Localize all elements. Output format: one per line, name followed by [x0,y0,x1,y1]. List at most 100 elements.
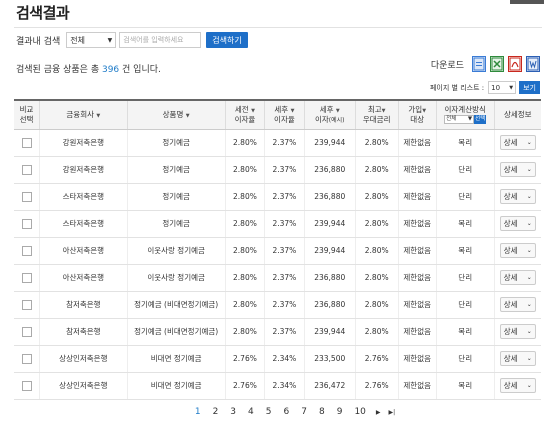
product-cell: 이웃사랑 정기예금 [127,264,226,292]
download-label: 다운로드 [430,60,464,71]
compare-cell [14,264,41,292]
header-post-tax-interest[interactable]: 세후 ▼ 이자(예시) [304,100,356,130]
company-cell: 아산저축은행 [39,264,128,292]
join-target-cell: 제한없음 [398,264,437,292]
compare-checkbox[interactable] [21,191,32,202]
sort-icon[interactable]: ▼ [422,108,426,114]
join-target-cell: 제한없음 [398,291,437,319]
pre-tax-rate-cell: 2.80% [225,318,266,346]
page-link[interactable]: 8 [319,407,325,417]
sort-icon[interactable]: ▼ [382,108,386,114]
company-cell: 참저축은행 [39,291,128,319]
compare-checkbox[interactable] [21,380,32,391]
result-count-number: 396 [101,65,120,75]
page-link[interactable]: 5 [266,407,272,417]
result-count-prefix: 검색된 금융 상품은 총 [16,65,102,75]
post-tax-rate-cell: 2.37% [264,291,305,319]
pdf-icon[interactable] [508,56,522,72]
header-pre-tax-rate[interactable]: 세전 ▼ 이자율 [225,100,266,130]
compare-checkbox[interactable] [21,326,32,337]
sort-icon[interactable]: ▼ [336,108,340,114]
sort-icon[interactable]: ▼ [251,108,255,114]
detail-button[interactable]: 상세 ⌄ [499,243,536,258]
detail-button[interactable]: 상세 ⌄ [499,297,536,312]
post-tax-rate-cell: 2.37% [264,129,305,157]
word-icon[interactable] [526,56,540,72]
table-row: 스타저축은행 정기예금 2.80% 2.37% 239,944 2.80% 제한… [14,210,541,238]
detail-cell: 상세 ⌄ [494,156,541,184]
excel-icon[interactable] [490,56,504,72]
post-tax-rate-cell: 2.37% [264,237,305,265]
compare-checkbox[interactable] [21,353,32,364]
compare-cell [14,183,41,211]
hwp-icon[interactable] [472,56,486,72]
page-link[interactable]: 9 [337,407,343,417]
header-company[interactable]: 금융회사 ▼ [39,100,128,130]
sort-icon[interactable]: ▼ [291,108,295,114]
chevron-down-icon: ⌄ [526,382,532,389]
compare-checkbox[interactable] [21,137,32,148]
header-join-target[interactable]: 가입▼ 대상 [398,100,437,130]
product-cell: 비대면 정기예금 [127,345,226,373]
compare-checkbox[interactable] [21,164,32,175]
pre-tax-rate-cell: 2.80% [225,129,266,157]
detail-button[interactable]: 상세 ⌄ [499,189,536,204]
search-label: 결과내 검색 [16,36,61,47]
table-row: 참저축은행 정기예금 (비대면정기예금) 2.80% 2.37% 239,944… [14,318,541,346]
page-link[interactable]: 3 [230,407,236,417]
detail-button[interactable]: 상세 ⌄ [499,378,536,393]
page-link[interactable]: 10 [354,407,365,417]
header-product[interactable]: 상품명 ▼ [127,100,226,130]
detail-button[interactable]: 상세 ⌄ [499,351,536,366]
join-target-cell: 제한없음 [398,156,437,184]
page-link[interactable]: 1 [195,407,201,417]
table-row: 강원저축은행 정기예금 2.80% 2.37% 239,944 2.80% 제한… [14,129,541,157]
page-link[interactable]: 7 [301,407,307,417]
last-page-icon[interactable]: ▶| [389,409,396,416]
detail-button[interactable]: 상세 ⌄ [499,324,536,339]
max-rate-cell: 2.80% [355,237,399,265]
detail-button[interactable]: 상세 ⌄ [499,270,536,285]
post-tax-rate-cell: 2.37% [264,318,305,346]
compare-checkbox[interactable] [21,218,32,229]
sort-icon[interactable]: ▼ [96,113,100,119]
detail-cell: 상세 ⌄ [494,237,541,265]
post-tax-interest-cell: 236,880 [304,291,356,319]
calc-method-cell: 복리 [436,210,495,238]
product-cell: 이웃사랑 정기예금 [127,237,226,265]
detail-cell: 상세 ⌄ [494,264,541,292]
post-tax-rate-cell: 2.34% [264,372,305,400]
search-scope-select[interactable]: 전체 ▼ [66,32,117,48]
max-rate-cell: 2.80% [355,264,399,292]
header-max-rate[interactable]: 최고▼ 우대금리 [355,100,399,130]
calc-method-cell: 복리 [436,237,495,265]
detail-button[interactable]: 상세 ⌄ [499,162,536,177]
detail-button[interactable]: 상세 ⌄ [499,135,536,150]
detail-button[interactable]: 상세 ⌄ [499,216,536,231]
compare-checkbox[interactable] [21,299,32,310]
per-page-view-button[interactable]: 보기 [519,81,540,94]
post-tax-interest-cell: 233,500 [304,345,356,373]
pre-tax-rate-cell: 2.80% [225,183,266,211]
next-page-icon[interactable]: ▶ [376,409,381,416]
calc-method-select[interactable]: 전체 ▼ [444,115,475,125]
page-link[interactable]: 2 [213,407,219,417]
sort-icon[interactable]: ▼ [186,113,190,119]
calc-method-select-button[interactable]: 선택 [474,115,487,125]
detail-cell: 상세 ⌄ [494,210,541,238]
compare-checkbox[interactable] [21,272,32,283]
detail-cell: 상세 ⌄ [494,345,541,373]
page-link[interactable]: 6 [284,407,290,417]
header-post-tax-rate[interactable]: 세후 ▼ 이자율 [264,100,305,130]
compare-checkbox[interactable] [21,245,32,256]
page-link[interactable]: 4 [248,407,254,417]
company-cell: 스타저축은행 [39,183,128,211]
per-page-select[interactable]: 10 ▼ [488,81,517,94]
result-count-suffix: 건 입니다. [119,65,161,75]
chevron-down-icon: ⌄ [526,166,532,173]
search-button[interactable]: 검색하기 [206,32,248,48]
chevron-down-icon: ⌄ [526,355,532,362]
search-input[interactable]: 검색어를 입력하세요 [119,32,202,48]
chevron-down-icon: ⌄ [526,139,532,146]
calc-method-cell: 단리 [436,156,495,184]
